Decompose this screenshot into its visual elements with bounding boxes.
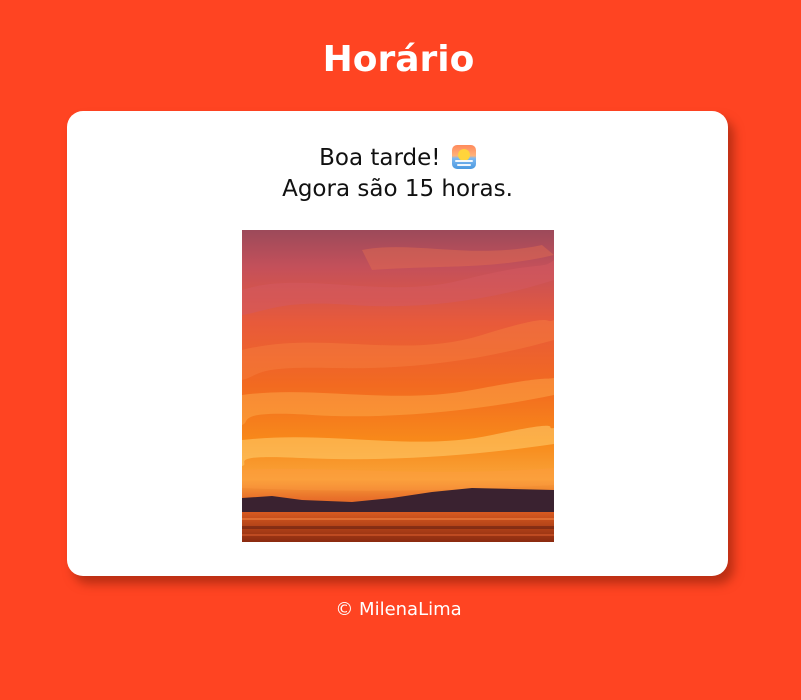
footer-copyright: © MilenaLima <box>335 599 462 620</box>
greeting-line: Boa tarde! <box>67 143 728 173</box>
time-text: Agora são 15 horas. <box>282 176 513 202</box>
sunset-photo <box>242 230 554 542</box>
time-card: Boa tarde! Agora são 15 horas. <box>67 111 728 576</box>
page-title: Horário <box>322 39 475 80</box>
greeting-text: Boa tarde! <box>319 145 441 171</box>
sunrise-emoji-icon <box>451 145 476 169</box>
